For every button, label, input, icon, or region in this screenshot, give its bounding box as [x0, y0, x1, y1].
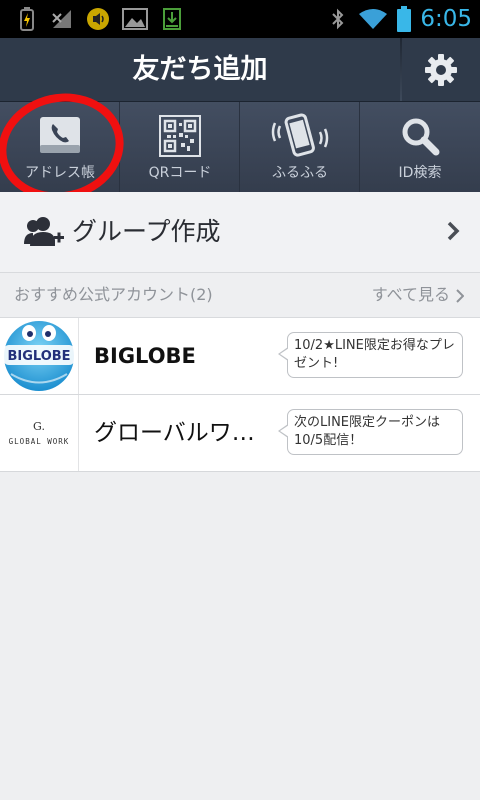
- tab-shake[interactable]: ふるふる: [240, 102, 360, 192]
- qr-code-icon: [120, 112, 240, 160]
- global-work-logo-mark: G.: [33, 420, 45, 433]
- account-name: グローバルワ…: [94, 420, 255, 446]
- section-title: おすすめ公式アカウント(2): [14, 285, 213, 304]
- wifi-icon: [356, 0, 390, 38]
- chevron-right-icon: [446, 220, 460, 246]
- tab-address-book[interactable]: アドレス帳: [0, 102, 120, 192]
- create-group-label: グループ作成: [72, 217, 221, 246]
- add-friend-tabs: アドレス帳 QRコード ふるふる ID検索: [0, 102, 480, 192]
- phone-book-icon: [0, 112, 120, 160]
- status-bar: 6:05: [0, 0, 480, 38]
- charging-icon: [14, 0, 40, 38]
- chevron-right-icon: [456, 288, 465, 307]
- tab-qr-code[interactable]: QRコード: [120, 102, 240, 192]
- tab-label: ふるふる: [272, 165, 328, 181]
- account-row-global-work[interactable]: G. GLOBAL WORK グローバルワ… 次のLINE限定クーポンは10/5…: [0, 395, 480, 472]
- add-group-icon: [24, 216, 64, 252]
- biglobe-logo: BIGLOBE: [0, 318, 79, 394]
- tab-label: アドレス帳: [25, 165, 95, 181]
- gear-icon: [425, 53, 457, 86]
- account-row-biglobe[interactable]: BIGLOBE BIGLOBE 10/2★LINE限定お得なプレゼント!: [0, 318, 480, 395]
- account-name: BIGLOBE: [94, 344, 196, 368]
- tab-id-search[interactable]: ID検索: [360, 102, 480, 192]
- tab-label: ID検索: [398, 165, 442, 181]
- global-work-logo-text: GLOBAL WORK: [9, 437, 70, 446]
- shake-phone-icon: [240, 112, 360, 160]
- account-message-bubble: 10/2★LINE限定お得なプレゼント!: [278, 332, 463, 378]
- download-icon: [158, 0, 186, 38]
- see-all-link[interactable]: すべて見る: [372, 273, 450, 317]
- tab-label: QRコード: [148, 165, 212, 181]
- create-group-row[interactable]: グループ作成: [0, 192, 480, 273]
- biglobe-logo-text: BIGLOBE: [7, 349, 70, 364]
- bluetooth-icon: [326, 0, 350, 38]
- no-sim-icon: [50, 0, 78, 38]
- battery-icon: [394, 0, 414, 38]
- account-message-bubble: 次のLINE限定クーポンは10/5配信！: [278, 409, 463, 455]
- page-title: 友だち追加: [132, 54, 268, 85]
- image-icon: [120, 0, 150, 38]
- recommended-section-header: おすすめ公式アカウント(2) すべて見る: [0, 273, 480, 318]
- search-icon: [360, 112, 480, 160]
- settings-button[interactable]: [402, 38, 480, 101]
- header: 友だち追加: [0, 38, 480, 102]
- status-time: 6:05: [420, 6, 472, 32]
- sound-icon: [84, 0, 112, 38]
- global-work-logo: G. GLOBAL WORK: [0, 395, 79, 471]
